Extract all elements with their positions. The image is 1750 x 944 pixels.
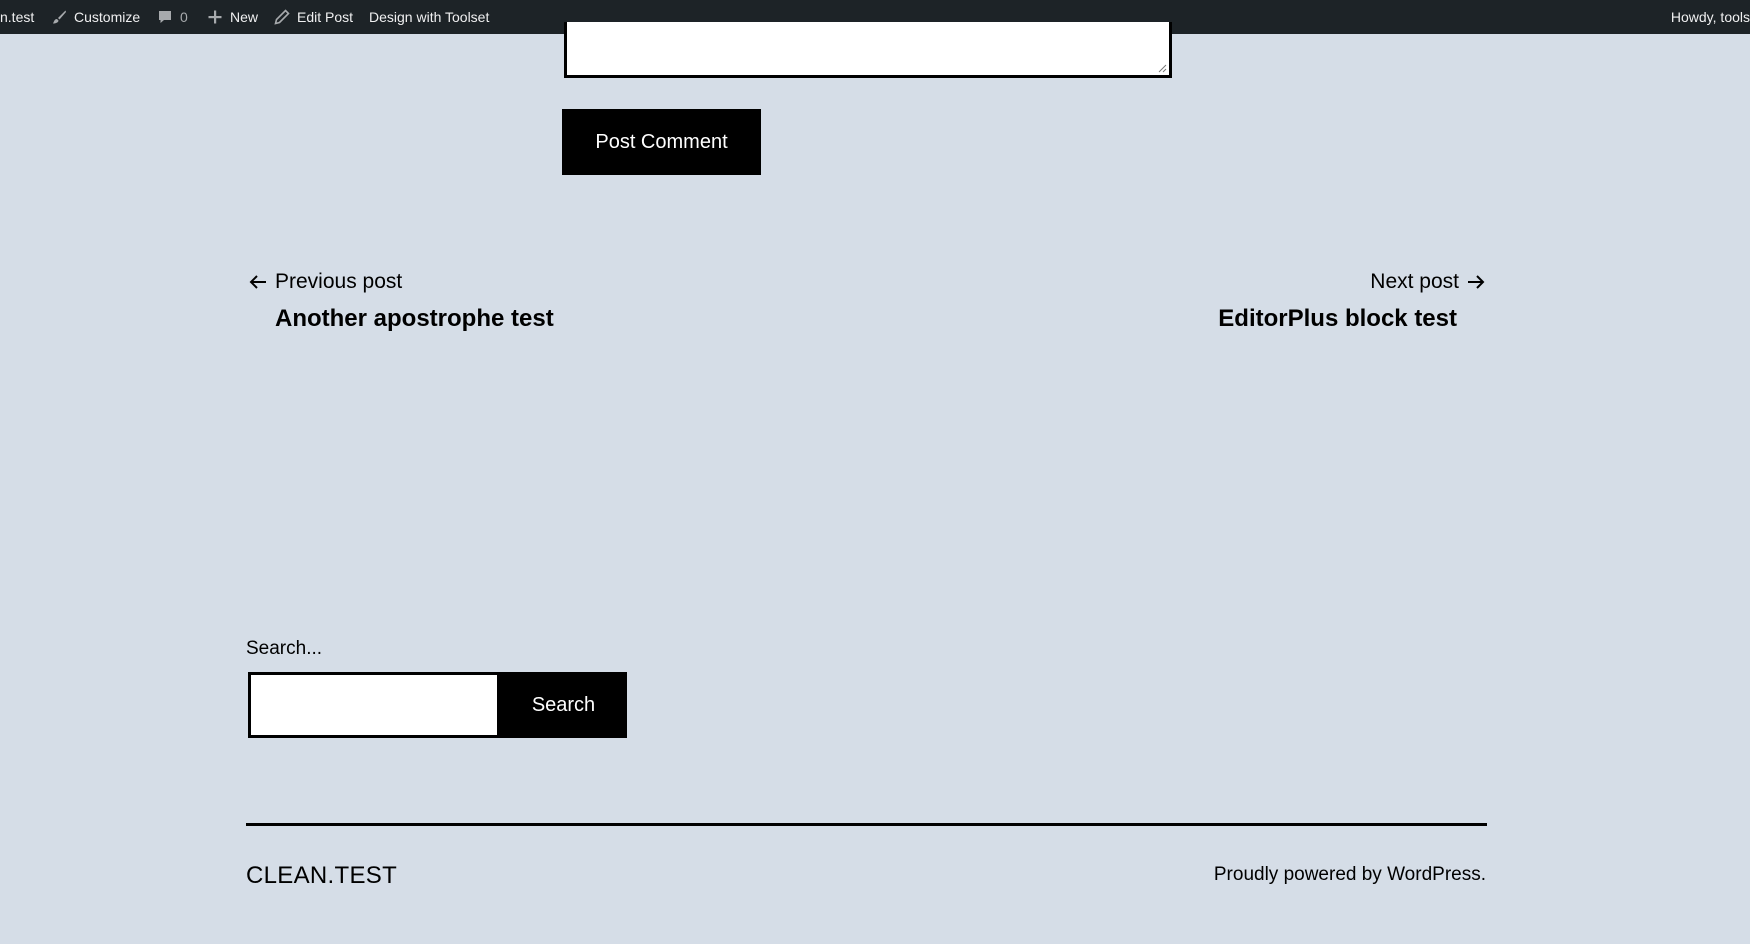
powered-by-suffix: . [1480, 864, 1486, 885]
arrow-right-icon [1466, 272, 1486, 292]
resize-grip-icon[interactable] [1158, 64, 1167, 73]
plus-icon [206, 8, 224, 26]
admin-bar-edit-post[interactable]: Edit Post [273, 0, 353, 34]
admin-bar-comments[interactable]: 0 [156, 0, 188, 34]
edit-post-label: Edit Post [297, 9, 354, 25]
new-label: New [230, 9, 259, 25]
customize-label: Customize [74, 9, 141, 25]
previous-post-title[interactable]: Another apostrophe test [275, 305, 554, 333]
wordpress-link[interactable]: WordPress [1387, 864, 1481, 885]
powered-by-text: Proudly powered by WordPress. [1214, 864, 1486, 886]
footer-divider [246, 823, 1487, 826]
previous-post-label: Previous post [275, 270, 403, 293]
previous-post-link[interactable]: Previous post [248, 270, 402, 294]
search-label: Search... [246, 638, 323, 659]
admin-bar-account[interactable]: Howdy, tools [1671, 0, 1750, 34]
admin-bar-customize[interactable]: Customize [50, 0, 140, 34]
paintbrush-icon [50, 8, 68, 26]
howdy-label: Howdy, tools [1670, 9, 1750, 25]
comment-textarea[interactable] [564, 22, 1172, 78]
admin-bar-site-name[interactable]: n.test [0, 0, 34, 34]
next-post-title[interactable]: EditorPlus block test [1218, 305, 1457, 333]
site-name-label: n.test [0, 9, 35, 25]
post-comment-label: Post Comment [595, 130, 728, 153]
search-button-label: Search [531, 693, 596, 716]
admin-bar-toolset[interactable]: Design with Toolset [369, 0, 489, 34]
footer-site-title[interactable]: CLEAN.TEST [246, 862, 397, 890]
comment-bubble-icon [156, 8, 174, 26]
search-button[interactable]: Search [500, 672, 627, 738]
toolset-label: Design with Toolset [369, 9, 490, 25]
pencil-icon [273, 8, 291, 26]
next-post-link[interactable]: Next post [1370, 270, 1486, 294]
search-input[interactable] [248, 672, 500, 738]
arrow-left-icon [248, 272, 268, 292]
comments-count: 0 [180, 9, 188, 25]
post-comment-button[interactable]: Post Comment [562, 109, 761, 175]
admin-bar-new[interactable]: New [206, 0, 258, 34]
powered-by-prefix: Proudly powered by [1213, 864, 1388, 885]
next-post-label: Next post [1370, 270, 1459, 293]
